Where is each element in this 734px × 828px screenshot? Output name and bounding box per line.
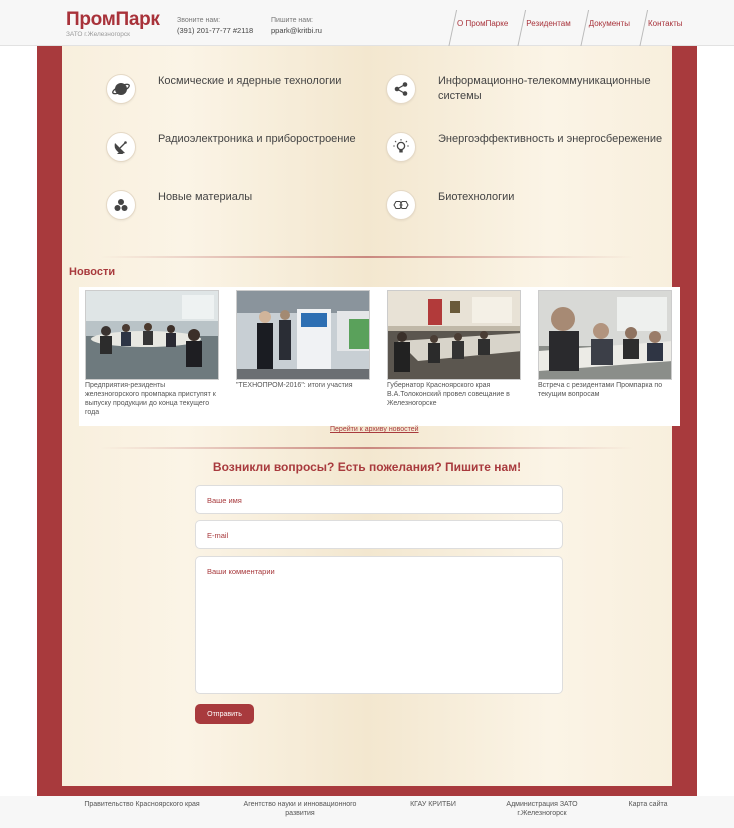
news-carousel: Предприятия-резиденты железногорского пр… (79, 287, 680, 426)
nav-residents[interactable]: Резидентам (517, 8, 579, 46)
lightbulb-icon (386, 132, 416, 162)
news-photo[interactable] (236, 290, 370, 380)
news-card[interactable]: "ТЕХНОПРОМ-2016": итоги участия (236, 290, 371, 390)
tech-item-ict[interactable]: Информационно-телекоммуникационные систе… (386, 74, 668, 104)
tech-item-materials[interactable]: Новые материалы (106, 190, 388, 220)
footer-link-government[interactable]: Правительство Красноярского края (72, 800, 212, 809)
molecule-icon (106, 190, 136, 220)
share-network-icon (386, 74, 416, 104)
footer-link-agency[interactable]: Агентство науки и инновационного развити… (230, 800, 370, 818)
tech-label: Биотехнологии (438, 191, 515, 203)
news-caption[interactable]: Встреча с резидентами Промпарка по текущ… (538, 381, 673, 399)
news-archive-link[interactable]: Перейти к архиву новостей (330, 426, 419, 433)
tech-label: Радиоэлектроника и приборостроение (158, 133, 356, 145)
tech-item-radio[interactable]: Радиоэлектроника и приборостроение (106, 132, 388, 162)
site-header: ПромПарк ЗАТО г.Железногорск Звоните нам… (0, 0, 734, 46)
email-label: Пишите нам: (271, 17, 313, 24)
main-nav: О ПромПарке Резидентам Документы Контакт… (448, 8, 692, 46)
divider (100, 256, 634, 258)
email-value[interactable]: ppark@kritbi.ru (271, 26, 322, 36)
site-footer: Правительство Красноярского края Агентст… (0, 796, 734, 828)
news-card[interactable]: Предприятия-резиденты железногорского пр… (85, 290, 220, 417)
news-card[interactable]: Губернатор Красноярского края В.А.Толоко… (387, 290, 522, 408)
news-caption[interactable]: "ТЕХНОПРОМ-2016": итоги участия (236, 381, 371, 390)
news-card[interactable]: Встреча с резидентами Промпарка по текущ… (538, 290, 673, 399)
comment-textarea[interactable]: Ваши комментарии (195, 556, 563, 694)
tech-item-energy[interactable]: Энергоэффективность и энергосбережение (386, 132, 668, 162)
planet-icon (106, 74, 136, 104)
phone-label: Звоните нам: (177, 17, 221, 24)
nav-about[interactable]: О ПромПарке (448, 8, 517, 46)
footer-link-sitemap[interactable]: Карта сайта (618, 800, 678, 809)
satellite-dish-icon (106, 132, 136, 162)
nav-documents[interactable]: Документы (580, 8, 639, 46)
name-input[interactable]: Ваше имя (195, 485, 563, 514)
nav-contacts[interactable]: Контакты (639, 8, 692, 46)
tech-label: Космические и ядерные технологии (158, 75, 342, 87)
tech-label: Информационно-телекоммуникационные систе… (438, 75, 651, 102)
phone-contact: Звоните нам: (391) 201-77-77 #2118 (177, 16, 253, 36)
submit-button[interactable]: Отправить (195, 704, 254, 724)
news-photo[interactable] (387, 290, 521, 380)
news-photo[interactable] (85, 290, 219, 380)
logo[interactable]: ПромПарк ЗАТО г.Железногорск (66, 10, 160, 39)
tech-item-space[interactable]: Космические и ядерные технологии (106, 74, 388, 104)
news-caption[interactable]: Предприятия-резиденты железногорского пр… (85, 381, 220, 417)
feedback-form-title: Возникли вопросы? Есть пожелания? Пишите… (212, 460, 522, 474)
tech-item-bio[interactable]: Биотехнологии (386, 190, 668, 220)
news-caption[interactable]: Губернатор Красноярского края В.А.Толоко… (387, 381, 522, 408)
divider (100, 447, 634, 449)
hexagon-molecule-icon (386, 190, 416, 220)
footer-link-administration[interactable]: Администрация ЗАТО г.Железногорск (492, 800, 592, 818)
email-input[interactable]: E-mail (195, 520, 563, 549)
email-contact: Пишите нам: ppark@kritbi.ru (271, 16, 322, 36)
news-heading: Новости (69, 266, 116, 278)
logo-title[interactable]: ПромПарк (66, 10, 160, 30)
tech-label: Новые материалы (158, 191, 253, 203)
tech-label: Энергоэффективность и энергосбережение (438, 133, 663, 145)
phone-value: (391) 201-77-77 #2118 (177, 26, 254, 35)
footer-link-kritbi[interactable]: КГАУ КРИТБИ (398, 800, 468, 809)
news-photo[interactable] (538, 290, 672, 380)
logo-subtitle: ЗАТО г.Железногорск (66, 31, 131, 38)
